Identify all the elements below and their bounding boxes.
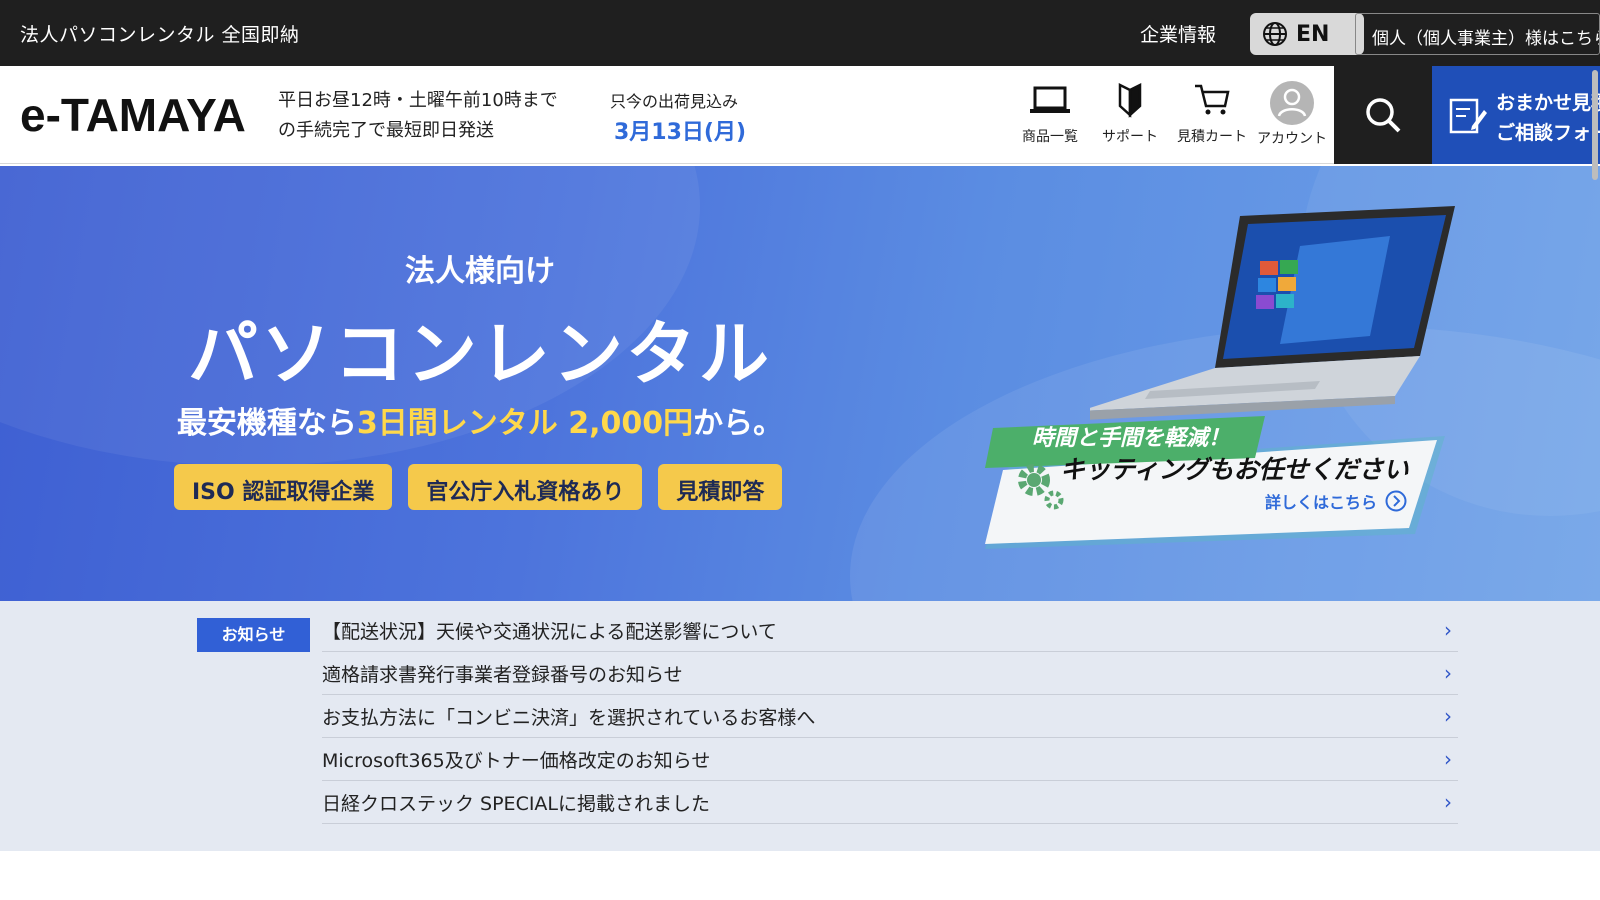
search-icon (1366, 98, 1401, 133)
hero-badges: ISO 認証取得企業 官公庁入札資格あり 見積即答 (174, 464, 783, 510)
cart-icon (1195, 84, 1230, 115)
news-item[interactable]: 【配送状況】天候や交通状況による配送影響について › (322, 609, 1458, 652)
news-item[interactable]: お支払方法に「コンビニ決済」を選択されているお客様へ › (322, 695, 1458, 738)
news-list: 【配送状況】天候や交通状況による配送影響について › 適格請求書発行事業者登録番号… (322, 609, 1458, 824)
site-header: e-TAMAYA 平日お昼12時・土曜午前10時まで の手続完了で最短即日発送 … (0, 66, 1600, 164)
search-button[interactable] (1334, 66, 1432, 164)
news-item-title: 適格請求書発行事業者登録番号のお知らせ (322, 663, 683, 686)
eta-date: 3月13日(月) (614, 120, 747, 145)
edit-form-icon (1449, 98, 1487, 134)
news-item-title: 日経クロステック SPECIALに掲載されました (322, 792, 711, 815)
beginner-mark-icon (1118, 82, 1142, 118)
nav-support-label: サポート (1102, 129, 1158, 145)
page-scrollbar[interactable] (1590, 66, 1600, 900)
nav-products-label: 商品一覧 (1022, 129, 1078, 145)
chevron-right-icon: › (1444, 661, 1452, 685)
hero-sub-prefix: 最安機種なら (176, 406, 357, 441)
badge-iso: ISO 認証取得企業 (174, 464, 393, 510)
scrollbar-thumb[interactable] (1592, 70, 1598, 180)
kitting-link-label: 詳しくはこちら (1265, 493, 1378, 512)
news-item-title: Microsoft365及びトナー価格改定のお知らせ (322, 749, 711, 772)
nav-support[interactable]: サポート (1090, 82, 1170, 146)
news-item[interactable]: 適格請求書発行事業者登録番号のお知らせ › (322, 652, 1458, 695)
consult-form-button[interactable]: おまかせ見積 ご相談フォーム (1432, 66, 1600, 164)
language-button[interactable]: EN (1250, 13, 1364, 55)
news-item[interactable]: Microsoft365及びトナー価格改定のお知らせ › (322, 738, 1458, 781)
badge-instant-quote: 見積即答 (658, 464, 783, 510)
language-label: EN (1296, 21, 1330, 47)
chevron-right-icon: › (1444, 747, 1452, 771)
consult-text: おまかせ見積 ご相談フォーム (1496, 88, 1600, 148)
laptop-illustration (1090, 206, 1455, 420)
nav-products[interactable]: 商品一覧 (1010, 82, 1090, 146)
consult-line2: ご相談フォーム (1496, 122, 1600, 144)
company-info-link[interactable]: 企業情報 (1140, 20, 1216, 47)
top-bar: 法人パソコンレンタル 全国即納 企業情報 EN 個人（個人事業主）様はこちら (0, 0, 1600, 66)
hero-sub-highlight: 3日間レンタル 2,000円 (356, 406, 694, 441)
shipping-info-line1: 平日お昼12時・土曜午前10時まで (278, 90, 558, 111)
shipping-info-line2: の手続完了で最短即日発送 (278, 120, 494, 141)
laptop-icon (1030, 86, 1070, 113)
circle-chevron-right-icon (1385, 490, 1407, 512)
badge-government-bid: 官公庁入札資格あり (408, 464, 643, 510)
hero-pre-title: 法人様向け (405, 254, 555, 289)
nav-cart-label: 見積カート (1177, 129, 1247, 145)
kitting-title: キッティングもお任せください (1060, 455, 1409, 484)
account-icon (1270, 81, 1314, 125)
chevron-right-icon: › (1444, 790, 1452, 814)
shipping-info: 平日お昼12時・土曜午前10時まで の手続完了で最短即日発送 (278, 86, 558, 146)
news-item-title: お支払方法に「コンビニ決済」を選択されているお客様へ (322, 706, 816, 729)
site-tagline: 法人パソコンレンタル 全国即納 (20, 24, 300, 46)
globe-icon (1263, 22, 1287, 46)
chevron-right-icon: › (1444, 704, 1452, 728)
hero-banner[interactable]: 法人様向け パソコンレンタル 最安機種なら3日間レンタル 2,000円から。 I… (0, 166, 1600, 601)
news-item-title: 【配送状況】天候や交通状況による配送影響について (322, 620, 777, 643)
eta-label: 只今の出荷見込み (610, 92, 739, 111)
nav-account-label: アカウント (1257, 131, 1327, 147)
kitting-ribbon: 時間と手間を軽減！ (1032, 426, 1231, 451)
kitting-link[interactable]: 詳しくはこちら (1265, 489, 1407, 513)
news-item[interactable]: 日経クロステック SPECIALに掲載されました › (322, 781, 1458, 824)
news-section: お知らせ 【配送状況】天候や交通状況による配送影響について › 適格請求書発行事業… (0, 601, 1600, 851)
hero-subtitle: 最安機種なら3日間レンタル 2,000円から。 (0, 398, 960, 442)
consult-line1: おまかせ見積 (1496, 92, 1600, 114)
nav-cart[interactable]: 見積カート (1172, 82, 1252, 146)
site-logo[interactable]: e-TAMAYA (20, 88, 246, 142)
chevron-right-icon: › (1444, 618, 1452, 642)
hero-title: パソコンレンタル (188, 313, 772, 395)
news-tag: お知らせ (197, 618, 310, 652)
hero-sub-suffix: から。 (693, 406, 784, 441)
personal-customer-link[interactable]: 個人（個人事業主）様はこちら (1355, 13, 1600, 55)
nav-account[interactable]: アカウント (1252, 80, 1332, 148)
